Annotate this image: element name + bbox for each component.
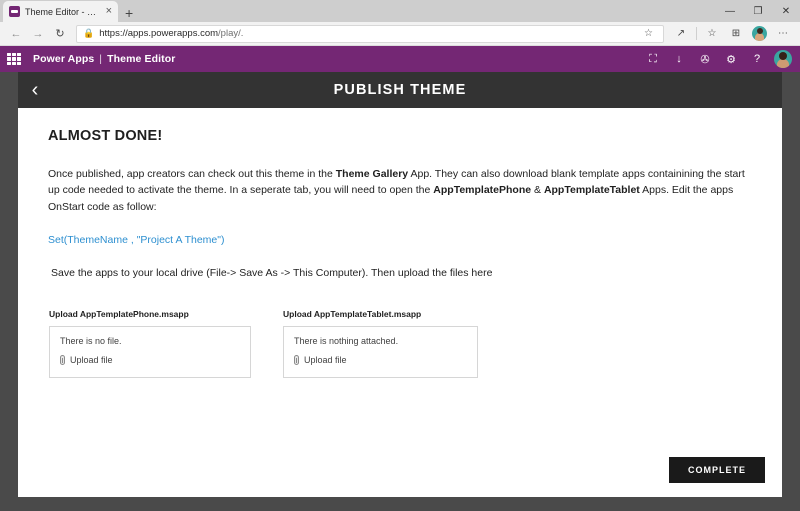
url-path: /play/. [218, 28, 244, 39]
screen-body: ALMOST DONE! Once published, app creator… [18, 108, 782, 497]
headline: ALMOST DONE! [48, 128, 163, 144]
upload-label-phone: Upload AppTemplatePhone.msapp [49, 308, 189, 319]
para-bold-theme-gallery: Theme Gallery [335, 168, 409, 180]
window-controls: — ❐ ✕ [716, 0, 800, 22]
browser-profile-avatar[interactable] [752, 26, 767, 41]
description-paragraph: Once published, app creators can check o… [48, 166, 754, 215]
upload-box-phone[interactable]: There is no file. Upload file [49, 325, 251, 378]
collections-icon[interactable]: ⊞ [725, 24, 747, 44]
tab-title: Theme Editor - Power Apps [25, 6, 99, 17]
para-part3: & [531, 184, 544, 197]
paperclip-icon [60, 354, 65, 365]
brand-name[interactable]: Power Apps [33, 53, 94, 65]
favorite-star-icon[interactable]: ☆ [644, 28, 657, 39]
upload-file-label-phone: Upload file [70, 354, 113, 365]
upload-file-button-phone[interactable]: Upload file [60, 354, 240, 365]
back-icon[interactable]: ← [6, 24, 26, 44]
upload-empty-text-tablet: There is nothing attached. [294, 335, 399, 346]
upload-file-label-tablet: Upload file [304, 354, 347, 365]
para-bold-apptemplatetablet: AppTemplateTablet [543, 184, 640, 197]
upload-empty-text-phone: There is no file. [60, 335, 122, 346]
address-bar[interactable]: 🔒 https://apps.powerapps.com/play/. ☆ [76, 24, 664, 43]
app-name: Theme Editor [107, 53, 176, 65]
para-part1: Once published, app creators can check o… [48, 168, 336, 180]
fullscreen-icon[interactable]: ⛶ [640, 46, 666, 72]
browser-tab-strip: Theme Editor - Power Apps × + — ❐ ✕ [0, 0, 800, 22]
page-title: PUBLISH THEME [333, 82, 467, 98]
save-instruction: Save the apps to your local drive (File-… [51, 266, 493, 279]
upload-section: Upload AppTemplatePhone.msapp There is n… [48, 309, 754, 378]
upload-file-button-tablet[interactable]: Upload file [294, 354, 467, 365]
para-bold-apptemplatephone: AppTemplatePhone [433, 184, 532, 197]
browser-tab[interactable]: Theme Editor - Power Apps × [3, 1, 118, 22]
more-options-icon[interactable]: ⋯ [772, 24, 794, 44]
forward-icon[interactable]: → [28, 24, 48, 44]
brand-separator: | [99, 53, 103, 65]
paperclip-icon [294, 354, 299, 365]
screen-header: ‹ PUBLISH THEME [18, 72, 782, 108]
back-chevron-icon[interactable]: ‹ [18, 72, 52, 108]
notifications-bell-icon[interactable]: ✇ [692, 46, 718, 72]
upload-box-tablet[interactable]: There is nothing attached. Upload file [283, 325, 478, 378]
toolbar-divider [696, 27, 697, 40]
gear-icon[interactable]: ⚙ [718, 46, 744, 72]
lock-icon: 🔒 [83, 28, 95, 38]
refresh-icon[interactable]: ↻ [50, 24, 70, 44]
user-avatar[interactable] [774, 50, 792, 68]
complete-button[interactable]: COMPLETE [669, 457, 765, 483]
upload-label-tablet: Upload AppTemplateTablet.msapp [283, 308, 422, 319]
close-window-icon[interactable]: ✕ [772, 0, 800, 22]
favicon-icon [9, 6, 20, 17]
help-icon[interactable]: ? [744, 46, 770, 72]
url-text: https://apps.powerapps.com/play/. [99, 28, 243, 39]
minimize-icon[interactable]: — [716, 0, 744, 22]
collections-pen-icon[interactable]: ↗ [670, 24, 692, 44]
close-icon[interactable]: × [104, 6, 114, 17]
browser-toolbar: ← → ↻ 🔒 https://apps.powerapps.com/play/… [0, 22, 800, 46]
favorites-bar-icon[interactable]: ☆ [701, 24, 723, 44]
power-apps-header: Power Apps | Theme Editor ⛶ ↓ ✇ ⚙ ? [0, 46, 800, 72]
app-launcher-icon[interactable] [7, 52, 21, 66]
app-canvas: ‹ PUBLISH THEME ALMOST DONE! Once publis… [18, 72, 782, 497]
maximize-icon[interactable]: ❐ [744, 0, 772, 22]
onstart-code-snippet[interactable]: Set(ThemeName , "Project A Theme") [48, 234, 754, 246]
upload-group-phone: Upload AppTemplatePhone.msapp There is n… [49, 309, 251, 378]
download-icon[interactable]: ↓ [666, 46, 692, 72]
app-player-frame: ‹ PUBLISH THEME ALMOST DONE! Once publis… [0, 72, 800, 511]
upload-group-tablet: Upload AppTemplateTablet.msapp There is … [283, 309, 478, 378]
new-tab-button[interactable]: + [125, 6, 133, 20]
url-domain: https://apps.powerapps.com [99, 28, 219, 39]
